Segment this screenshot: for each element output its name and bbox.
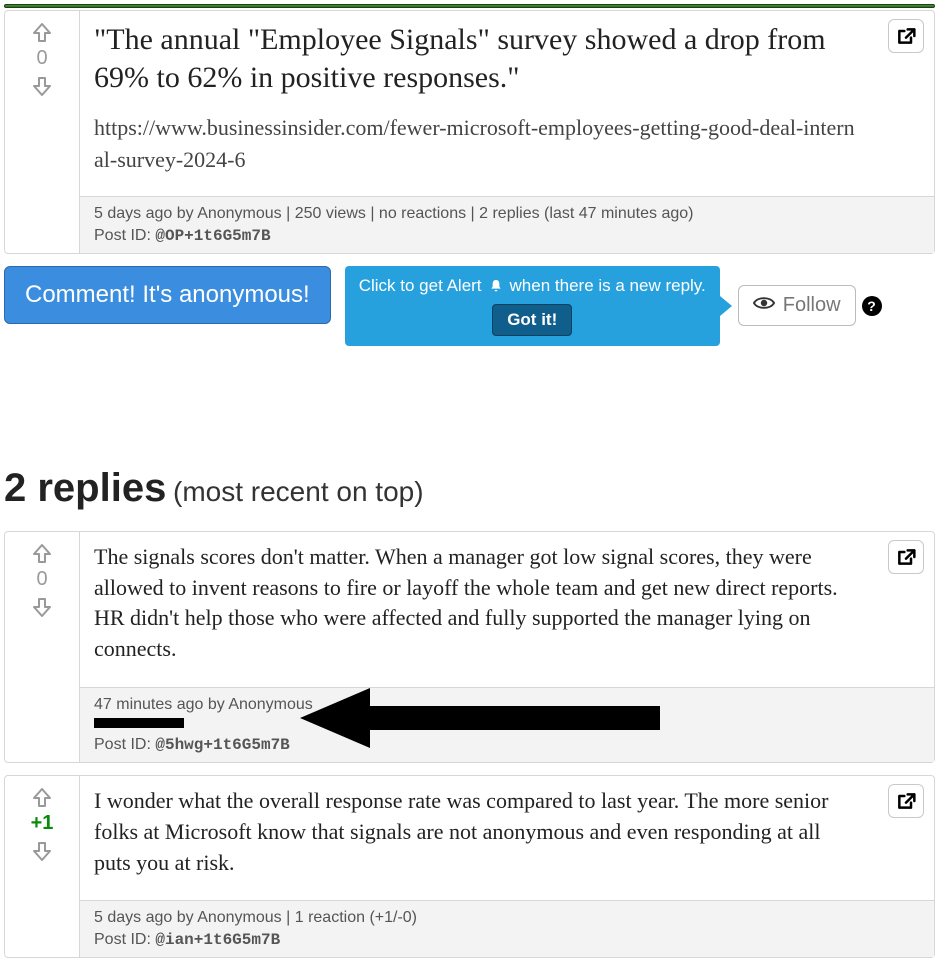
upvote-icon[interactable] xyxy=(28,21,56,45)
follow-tooltip: Click to get Alert when there is a new r… xyxy=(345,266,720,346)
share-button[interactable] xyxy=(888,540,924,574)
reply-body: The signals scores don't matter. When a … xyxy=(94,542,856,665)
downvote-icon[interactable] xyxy=(28,595,56,619)
reply-card: 0 The signals scores don't matter. When … xyxy=(4,531,935,763)
share-button[interactable] xyxy=(888,784,924,818)
upvote-icon[interactable] xyxy=(28,786,56,810)
got-it-button[interactable]: Got it! xyxy=(492,304,572,336)
comment-button[interactable]: Comment! It's anonymous! xyxy=(4,266,331,324)
redacted-bar xyxy=(94,718,184,728)
replies-heading: 2 replies (most recent on top) xyxy=(4,466,935,511)
share-icon xyxy=(896,791,916,811)
reply-meta-line2: Post ID: @ian+1t6G5m7B xyxy=(94,931,920,949)
post-url[interactable]: https://www.businessinsider.com/fewer-mi… xyxy=(94,112,856,176)
follow-button[interactable]: Follow xyxy=(738,285,856,326)
bell-icon xyxy=(488,278,504,294)
vote-score: +1 xyxy=(31,812,54,835)
main-post-card: 0 "The annual "Employee Signals" survey … xyxy=(4,10,935,254)
vote-column: +1 xyxy=(5,776,79,957)
help-icon[interactable]: ? xyxy=(862,296,882,316)
share-icon xyxy=(896,26,916,46)
post-id: @OP+1t6G5m7B xyxy=(155,227,270,245)
post-meta-line2: Post ID: @OP+1t6G5m7B xyxy=(94,227,920,245)
action-row: Comment! It's anonymous! Click to get Al… xyxy=(4,266,935,346)
reply-body: I wonder what the overall response rate … xyxy=(94,786,856,878)
tooltip-arrow xyxy=(720,296,732,316)
vote-column: 0 xyxy=(5,532,79,762)
eye-icon xyxy=(753,294,775,317)
reply-meta-bar: 5 days ago by Anonymous | 1 reaction (+1… xyxy=(80,900,934,957)
post-meta-bar: 5 days ago by Anonymous | 250 views | no… xyxy=(80,196,934,253)
vote-column: 0 xyxy=(5,11,79,253)
share-icon xyxy=(896,547,916,567)
upvote-icon[interactable] xyxy=(28,542,56,566)
share-button[interactable] xyxy=(888,19,924,53)
post-id: @ian+1t6G5m7B xyxy=(155,931,280,949)
reply-meta-line1: 47 minutes ago by Anonymous xyxy=(94,696,920,714)
post-quote: "The annual "Employee Signals" survey sh… xyxy=(94,21,856,96)
post-id: @5hwg+1t6G5m7B xyxy=(155,736,289,754)
vote-score: 0 xyxy=(36,47,47,70)
vote-score: 0 xyxy=(36,568,47,591)
top-gradient-bar xyxy=(4,4,935,8)
downvote-icon[interactable] xyxy=(28,74,56,98)
reply-meta-line2: Post ID: @5hwg+1t6G5m7B xyxy=(94,736,920,754)
reply-card: +1 I wonder what the overall response ra… xyxy=(4,775,935,958)
downvote-icon[interactable] xyxy=(28,839,56,863)
post-meta-line1: 5 days ago by Anonymous | 250 views | no… xyxy=(94,205,920,223)
reply-meta-line1: 5 days ago by Anonymous | 1 reaction (+1… xyxy=(94,909,920,927)
follow-tooltip-wrap: Click to get Alert when there is a new r… xyxy=(345,266,882,346)
reply-meta-bar: 47 minutes ago by Anonymous Post ID: @5h… xyxy=(80,687,934,762)
